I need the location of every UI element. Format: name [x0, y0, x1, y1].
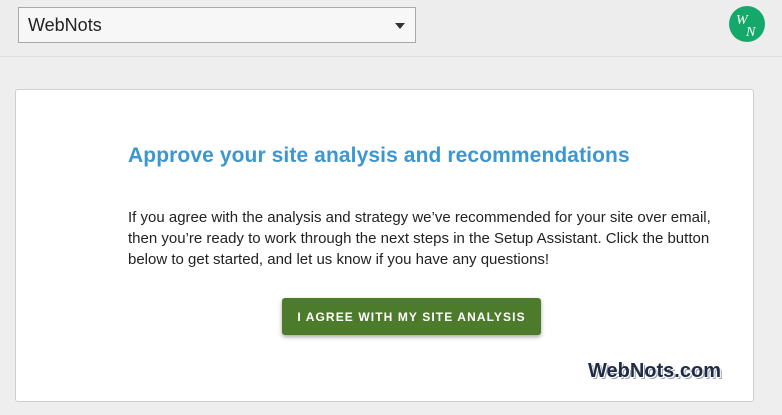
card-description: If you agree with the analysis and strat… [128, 209, 711, 268]
site-selector-dropdown[interactable]: WebNots [18, 7, 416, 43]
svg-text:N: N [745, 25, 756, 40]
site-selector-value: WebNots [28, 15, 102, 35]
approval-card: Approve your site analysis and recommend… [15, 89, 754, 402]
logo-monogram: W N [736, 13, 756, 40]
top-bar: WebNots W N [0, 0, 782, 57]
chevron-down-icon [395, 23, 405, 29]
webnots-logo-icon[interactable]: W N [729, 6, 765, 42]
agree-site-analysis-button[interactable]: I AGREE WITH MY SITE ANALYSIS [282, 298, 541, 335]
card-title: Approve your site analysis and recommend… [128, 144, 630, 167]
webnots-watermark: WebNots.com [588, 360, 721, 382]
